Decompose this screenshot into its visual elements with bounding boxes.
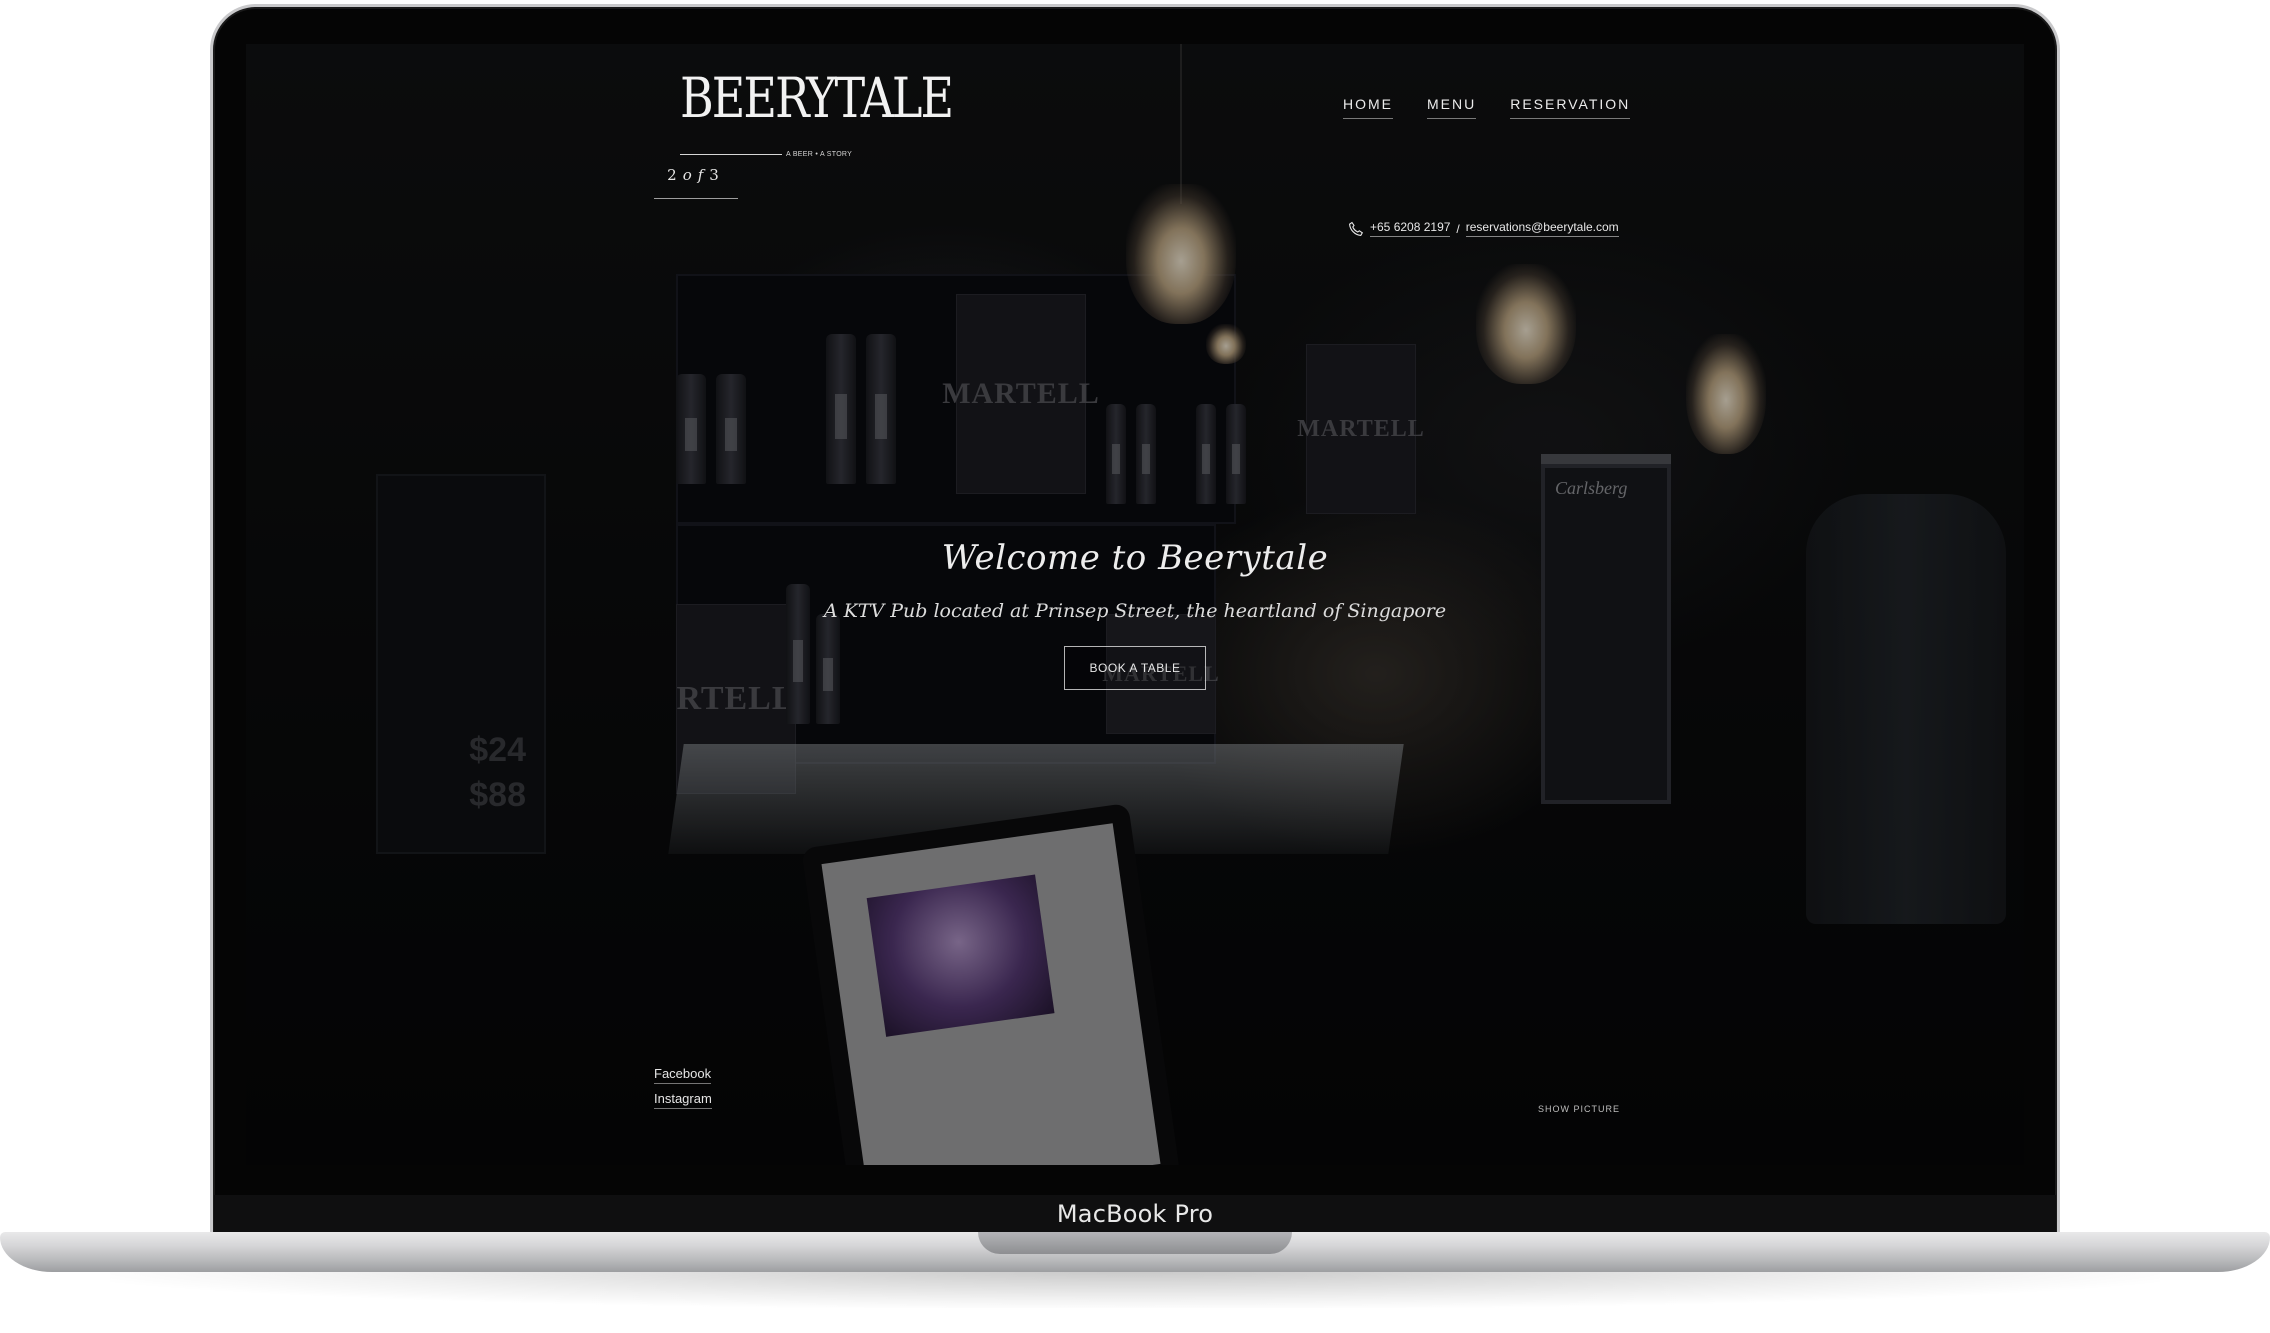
logo-wordmark: BEERYTALE xyxy=(680,65,954,130)
contact-info: +65 6208 2197 / reservations@beerytale.c… xyxy=(1348,220,1619,237)
main-nav: HOME MENU RESERVATION xyxy=(1343,96,1631,119)
slide-total: 3 xyxy=(709,166,725,184)
hero-section: Welcome to Beerytale A KTV Pub located a… xyxy=(246,538,2024,690)
beerytale-logo[interactable]: BEERYTALE A BEER • A STORY xyxy=(680,70,954,158)
nav-home[interactable]: HOME xyxy=(1343,96,1393,119)
phone-link[interactable]: +65 6208 2197 xyxy=(1370,220,1451,237)
laptop-chin: MacBook Pro xyxy=(214,1195,2056,1233)
show-picture-button[interactable]: SHOW PICTURE xyxy=(1538,1104,1620,1114)
slide-current: 2 xyxy=(667,166,683,184)
laptop-notch xyxy=(978,1232,1292,1254)
slide-counter: 2of3 xyxy=(654,166,738,199)
laptop-shadow xyxy=(110,1270,2160,1308)
logo-tagline: A BEER • A STORY xyxy=(786,151,853,158)
book-a-table-button[interactable]: BOOK A TABLE xyxy=(1064,646,1206,690)
device-label: MacBook Pro xyxy=(1056,1200,1214,1228)
slide-of: of xyxy=(682,166,710,184)
hero-title: Welcome to Beerytale xyxy=(941,538,1329,578)
email-link[interactable]: reservations@beerytale.com xyxy=(1465,220,1619,237)
social-links: Facebook Instagram xyxy=(654,1066,712,1109)
contact-separator: / xyxy=(1456,221,1460,236)
nav-menu[interactable]: MENU xyxy=(1427,96,1477,119)
instagram-link[interactable]: Instagram xyxy=(654,1091,712,1109)
facebook-link[interactable]: Facebook xyxy=(654,1066,712,1084)
hero-subtitle: A KTV Pub located at Prinsep Street, the… xyxy=(823,600,1447,622)
nav-reservation[interactable]: RESERVATION xyxy=(1510,96,1631,119)
phone-icon xyxy=(1348,221,1364,237)
logo-underline xyxy=(680,154,782,155)
website-screen: MARTELL MARTELL RTELL MARTELL Carlsberg xyxy=(246,44,2024,1165)
